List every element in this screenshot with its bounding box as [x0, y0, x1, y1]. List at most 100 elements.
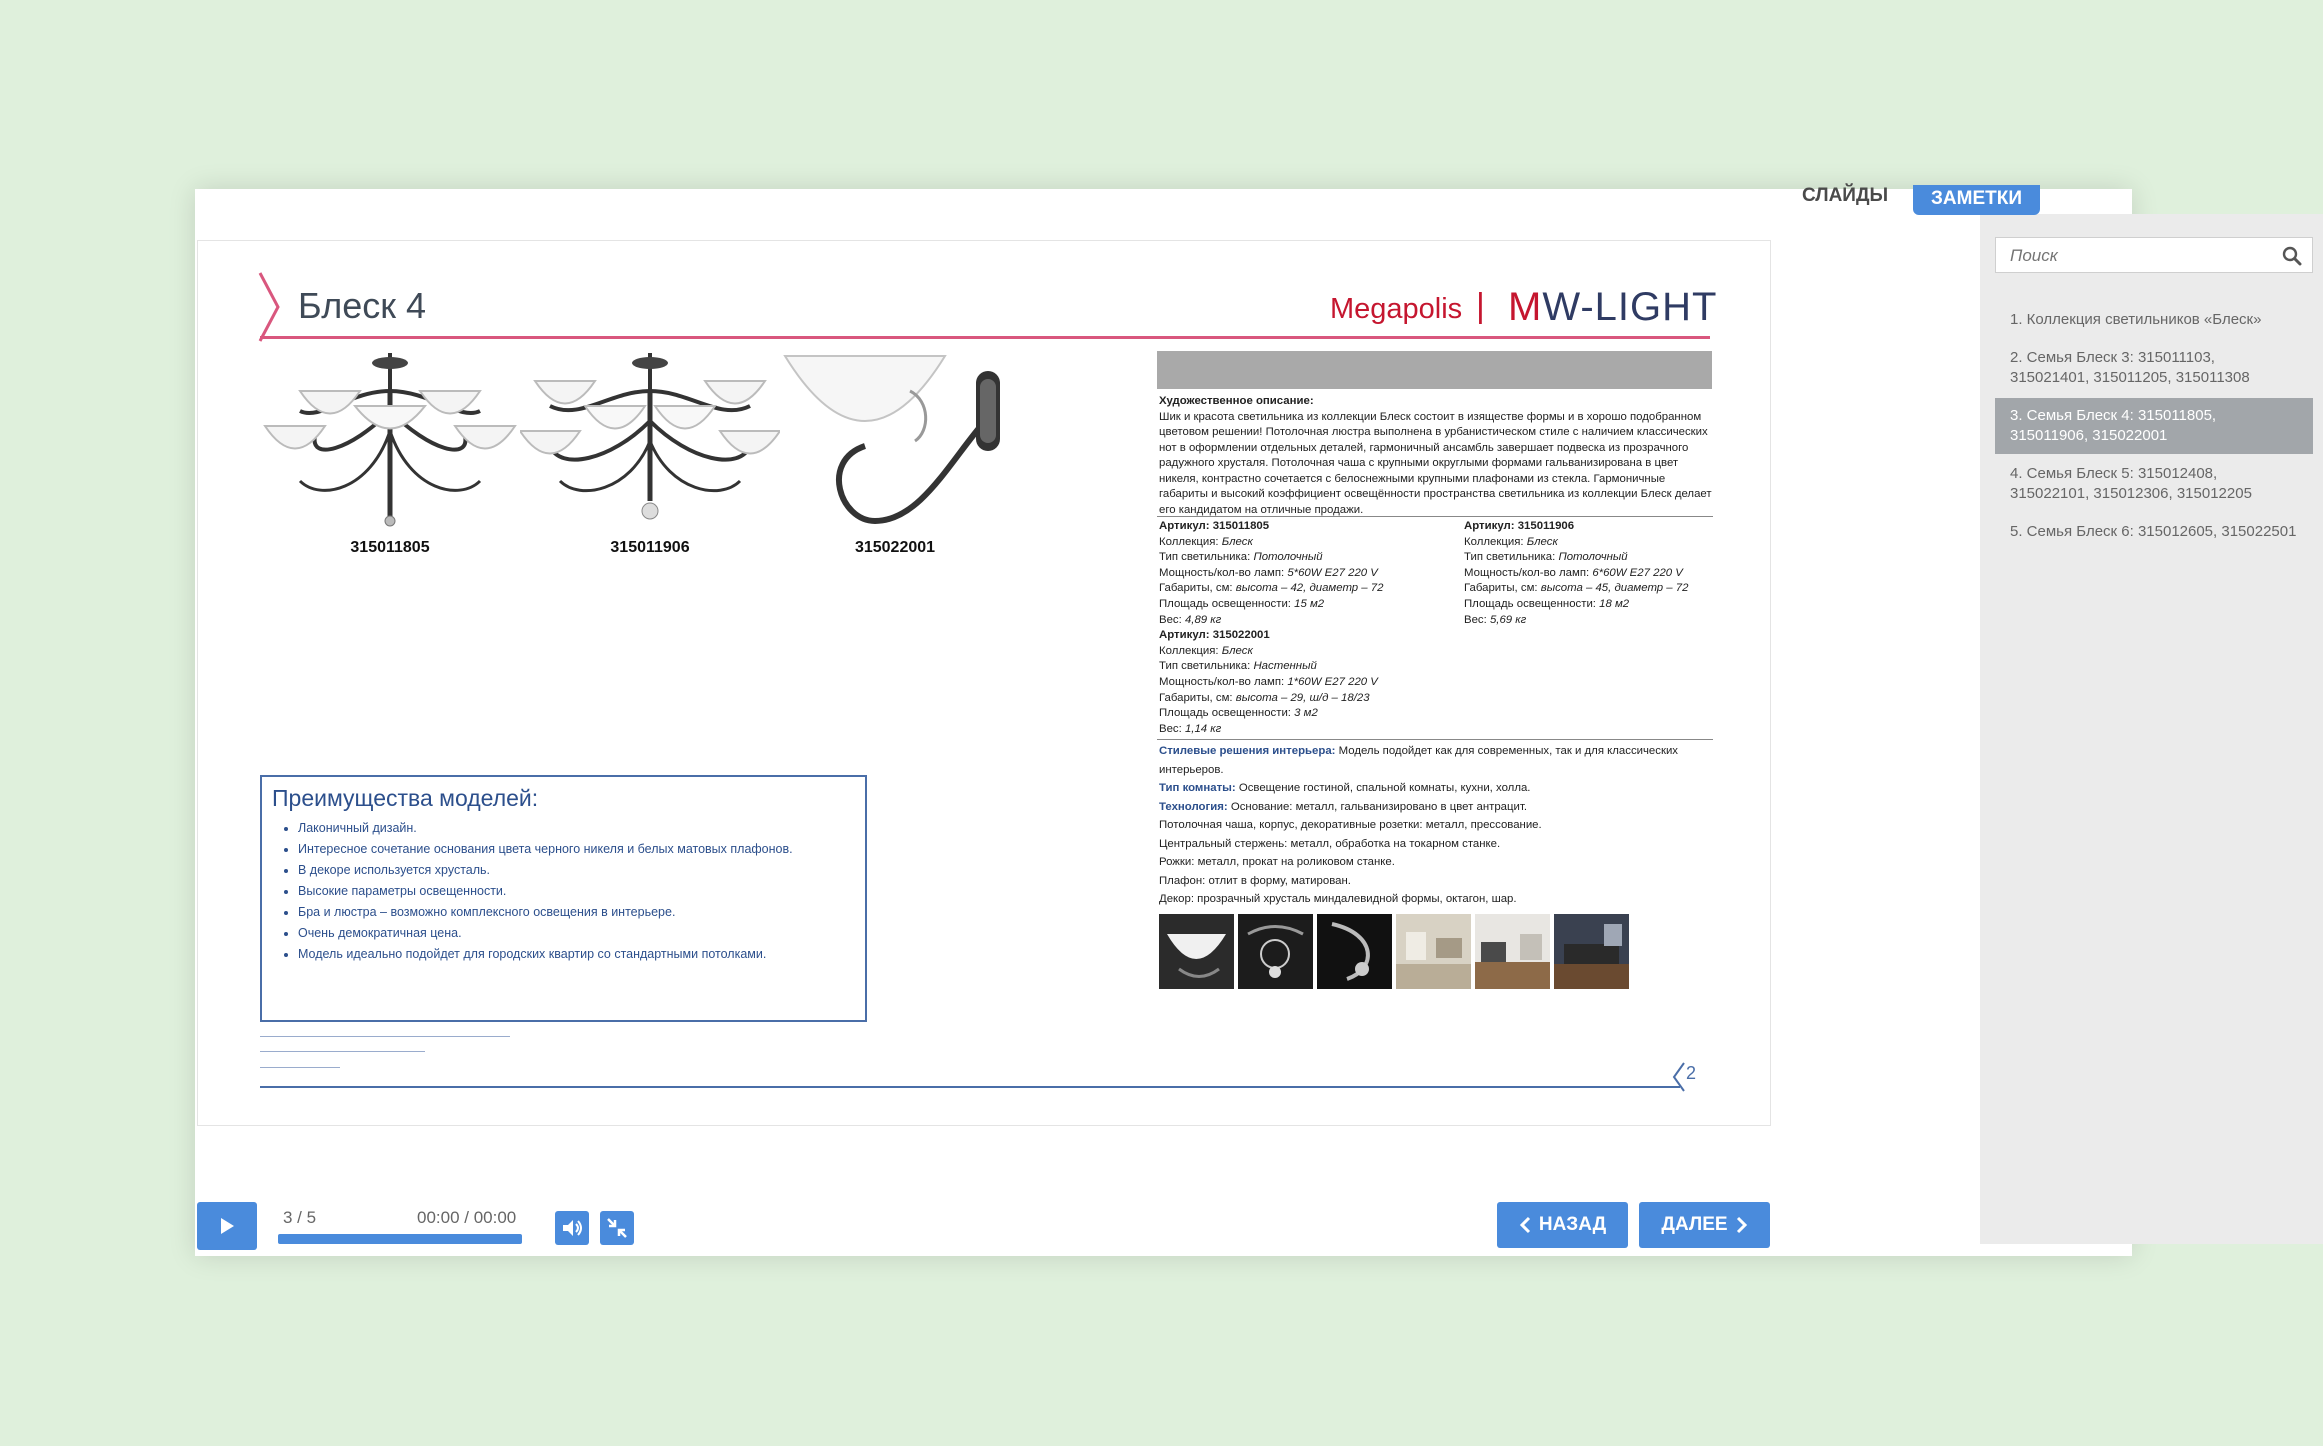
- spec-header: Артикул: 315011805: [1159, 520, 1270, 532]
- tech-detail: Декор: прозрачный хрусталь миндалевидной…: [1159, 893, 1517, 905]
- spec-line: Площадь освещенности: 15 м2: [1159, 597, 1459, 613]
- spec-key: Мощность/кол-во ламп:: [1464, 566, 1593, 579]
- thumbnail-image: [1396, 914, 1471, 989]
- tech-line: Технология: Основание: металл, гальваниз…: [1159, 798, 1714, 817]
- spec-key: Коллекция:: [1159, 535, 1222, 548]
- room-label: Тип комнаты:: [1159, 782, 1236, 794]
- tech-detail: Рожки: металл, прокат на роликовом станк…: [1159, 856, 1395, 868]
- benefit-item: Бра и люстра – возможно комплексного осв…: [298, 903, 818, 921]
- spec-value: Потолочный: [1253, 551, 1323, 564]
- spec-line: Площадь освещенности: 18 м2: [1464, 597, 1714, 613]
- spec-value: высота – 29, ш/д – 18/23: [1235, 691, 1370, 704]
- spec-value: 5*60W E27 220 V: [1287, 566, 1378, 579]
- time-display: 00:00 / 00:00: [417, 1208, 517, 1227]
- thumbnail-image: [1159, 914, 1234, 989]
- spec-header: Артикул: 315022001: [1159, 629, 1270, 642]
- search-box: [1995, 237, 2313, 274]
- spec-line: Габариты, см: высота – 29, ш/д – 18/23: [1159, 691, 1459, 707]
- brand-megapolis-logo: Megapolis: [1330, 293, 1463, 325]
- spec-line: Вес: 5,69 кг: [1464, 613, 1714, 629]
- spec-value: высота – 45, диаметр – 72: [1540, 582, 1689, 595]
- tab-notes[interactable]: ЗАМЕТКИ: [1913, 185, 2040, 215]
- material-details: Стилевые решения интерьера: Модель подой…: [1159, 742, 1714, 909]
- slide-list-item[interactable]: 5. Семья Блеск 6: 315012605, 315022501: [1995, 514, 2313, 550]
- spec-value: 1,14 кг: [1184, 722, 1222, 735]
- tech-detail: Плафон: отлит в форму, матирован.: [1159, 874, 1351, 887]
- slide-list-item[interactable]: 2. Семья Блеск 3: 315011103, 315021401, …: [1995, 340, 2313, 396]
- spec-key: Тип светильника:: [1159, 660, 1254, 673]
- chandelier-image: [520, 353, 780, 520]
- back-button[interactable]: НАЗАД: [1497, 1202, 1628, 1248]
- spec-line: Вес: 1,14 кг: [1159, 722, 1459, 738]
- progress-bar[interactable]: [278, 1234, 522, 1244]
- style-label: Стилевые решения интерьера:: [1159, 745, 1336, 757]
- search-icon[interactable]: [2282, 246, 2302, 271]
- presentation-player: СЛАЙДЫ ЗАМЕТКИ 1. Коллекция светильников…: [195, 185, 2323, 1256]
- spec-value: 15 м2: [1294, 597, 1325, 610]
- chevron-left-icon: [1519, 1216, 1530, 1234]
- slide-canvas: Блеск 4 Megapolis | MW-LIGHT 315011805 3…: [197, 240, 1771, 1126]
- spec-value: 18 м2: [1599, 597, 1630, 610]
- spec-line: Мощность/кол-во ламп: 1*60W E27 220 V: [1159, 675, 1459, 691]
- search-input[interactable]: [2008, 238, 2262, 274]
- spec-value: Блеск: [1221, 644, 1253, 657]
- spec-line: Коллекция: Блеск: [1464, 535, 1714, 551]
- player-controls: 3 / 5 00:00 / 00:00 НАЗАД ДАЛЕЕ: [195, 1202, 1775, 1252]
- collapse-button[interactable]: [600, 1211, 634, 1245]
- page-chevron-icon: [1672, 1062, 1685, 1092]
- slide-list-item[interactable]: 4. Семья Блеск 5: 315012408, 315022101, …: [1995, 456, 2313, 512]
- tech-detail: Потолочная чаша, корпус, декоративные ро…: [1159, 819, 1542, 831]
- spec-key: Площадь освещенности:: [1159, 597, 1295, 610]
- spec-key: Габариты, см:: [1159, 582, 1236, 595]
- spec-line: Тип светильника: Потолочный: [1464, 550, 1714, 566]
- product-card: 315011805: [260, 351, 520, 556]
- slide-list: 1. Коллекция светильников «Блеск» 2. Сем…: [1995, 302, 2313, 552]
- next-button[interactable]: ДАЛЕЕ: [1639, 1202, 1770, 1248]
- tab-slides[interactable]: СЛАЙДЫ: [1802, 185, 1888, 207]
- spec-value: высота – 42, диаметр – 72: [1235, 582, 1384, 595]
- spec-key: Габариты, см:: [1464, 582, 1541, 595]
- next-button-label: ДАЛЕЕ: [1661, 1214, 1728, 1235]
- spec-key: Мощность/кол-во ламп:: [1159, 675, 1288, 688]
- description-label: Художественное описание:: [1159, 395, 1314, 407]
- benefit-item: Высокие параметры освещенности.: [298, 882, 818, 900]
- thumbnail-image: [1475, 914, 1550, 989]
- benefit-item: Очень демократичная цена.: [298, 924, 818, 942]
- slide-list-item[interactable]: 1. Коллекция светильников «Блеск»: [1995, 302, 2313, 338]
- spec-key: Габариты, см:: [1159, 691, 1236, 704]
- spec-line: Габариты, см: высота – 45, диаметр – 72: [1464, 581, 1714, 597]
- spec-header: Артикул: 315011906: [1464, 520, 1575, 532]
- decor-line: [260, 1036, 510, 1037]
- spec-block: Артикул: 315011805 Коллекция: Блеск Тип …: [1159, 519, 1459, 737]
- room-line: Тип комнаты: Освещение гостиной, спально…: [1159, 779, 1714, 798]
- spec-line: Площадь освещенности: 3 м2: [1159, 706, 1459, 722]
- product-code: 315022001: [854, 539, 936, 556]
- spec-value: Настенный: [1253, 660, 1317, 673]
- product-card: 315011906: [520, 351, 780, 556]
- spec-block: Артикул: 315011906 Коллекция: Блеск Тип …: [1464, 519, 1714, 628]
- spec-value: 5,69 кг: [1489, 613, 1527, 626]
- spec-key: Коллекция:: [1464, 535, 1527, 548]
- collapse-icon: [607, 1218, 627, 1238]
- back-button-label: НАЗАД: [1538, 1214, 1607, 1235]
- spec-key: Мощность/кол-во ламп:: [1159, 566, 1288, 579]
- spec-value: Блеск: [1526, 535, 1558, 548]
- slide-list-item-active[interactable]: 3. Семья Блеск 4: 315011805, 315011906, …: [1995, 398, 2313, 454]
- decor-line: [260, 1067, 340, 1068]
- detail-thumbnails: [1159, 914, 1629, 989]
- slide-title: Блеск 4: [298, 285, 427, 326]
- spec-value: 1*60W E27 220 V: [1287, 675, 1378, 688]
- spec-line: Вес: 4,89 кг: [1159, 613, 1459, 629]
- title-divider: [260, 336, 1710, 339]
- play-button[interactable]: [197, 1202, 257, 1250]
- spec-line: Тип светильника: Потолочный: [1159, 550, 1459, 566]
- chevron-right-icon: [1736, 1216, 1747, 1234]
- spec-line: Тип светильника: Настенный: [1159, 659, 1459, 675]
- tech-detail: Центральный стержень: металл, обработка …: [1159, 837, 1501, 850]
- benefit-item: Интересное сочетание основания цвета чер…: [298, 840, 818, 858]
- tech-label: Технология:: [1159, 800, 1228, 813]
- volume-button[interactable]: [555, 1211, 589, 1245]
- spec-line: Мощность/кол-во ламп: 6*60W E27 220 V: [1464, 566, 1714, 582]
- product-card: 315022001: [780, 351, 1010, 556]
- play-icon: [221, 1218, 234, 1234]
